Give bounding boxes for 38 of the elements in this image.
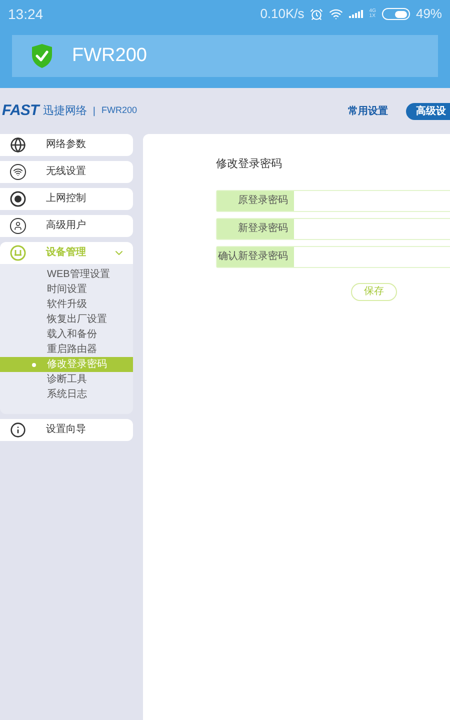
password-field[interactable]: 确认新登录密码 [216,246,450,268]
nav-tab[interactable]: 常用设置 [338,102,398,120]
menu-item[interactable]: 设置向导 [0,419,133,441]
alarm-icon [310,8,324,20]
submenu-item[interactable]: 重启路由器 [0,342,133,357]
circle-icon [10,191,26,207]
submenu-item[interactable]: 系统日志 [0,387,133,402]
globe-icon [10,137,26,153]
menu-item[interactable]: 高级用户 [0,215,133,237]
submenu-item[interactable]: 恢复出厂设置 [0,312,133,327]
model-name: FWR200 [101,104,137,118]
user-icon [10,218,26,234]
separator: | [92,104,96,118]
submenu-item[interactable]: 时间设置 [0,282,133,297]
submenu-item[interactable]: 软件升级 [0,297,133,312]
nav-tab[interactable]: 高级设 [406,102,450,120]
menu-item[interactable]: 网络参数 [0,134,133,156]
clock-time: 13:24 [8,4,44,24]
wifi-icon [329,7,344,21]
form-title: 修改登录密码 [216,156,283,172]
network-speed: 0.10K/s [260,5,304,24]
info-icon [10,422,26,438]
router-icon [10,245,26,261]
menu-item[interactable]: 无线设置 [0,161,133,183]
battery-icon [382,8,410,20]
submenu-item[interactable]: 载入和备份 [0,327,133,342]
submenu-item[interactable]: WEB管理设置 [0,267,133,282]
password-field[interactable]: 原登录密码 [216,190,450,212]
signal-icon [349,10,364,18]
submenu-item[interactable]: 诊断工具 [0,372,133,387]
brand-name: 迅捷网络 [42,104,87,119]
wifi-icon [10,164,26,180]
page-title: FWR200 [72,44,147,68]
password-field[interactable]: 新登录密码 [216,218,450,240]
menu-item[interactable]: 上网控制 [0,188,133,210]
battery-percent: 49% [416,5,442,24]
shield-check-icon [30,43,54,69]
logo: FAST [2,100,39,121]
